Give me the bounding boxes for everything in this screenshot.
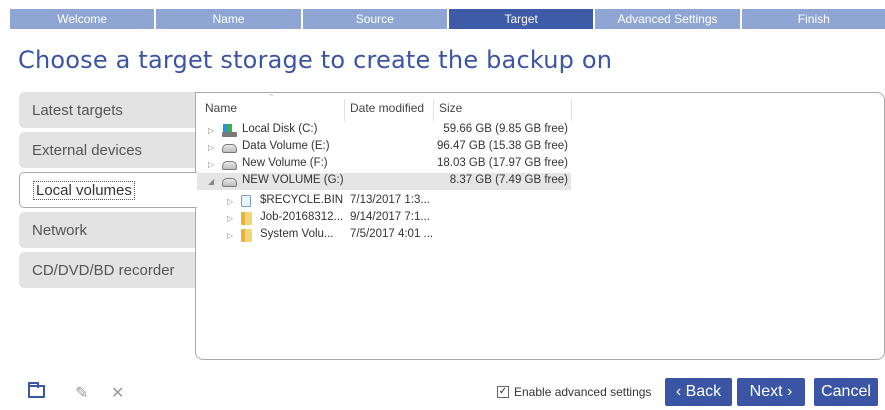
category-cd-dvd-bd-recorder[interactable]: CD/DVD/BD recorder	[19, 252, 195, 288]
column-divider[interactable]	[433, 99, 434, 121]
drive-name: NEW VOLUME (G:)	[242, 174, 344, 186]
column-date-modified[interactable]: Date modified	[350, 101, 424, 117]
next-button[interactable]: Next ›	[737, 378, 805, 406]
collapse-arrow-icon[interactable]: ◢	[208, 177, 214, 186]
storage-browser: ˆ Name Date modified Size ▷ Local Disk (…	[195, 92, 885, 360]
drive-size: 8.37 GB (7.49 GB free)	[449, 174, 568, 186]
drive-name: Local Disk (C:)	[242, 123, 318, 135]
category-network[interactable]: Network	[19, 212, 195, 248]
column-divider[interactable]	[571, 99, 572, 121]
tree-row-new-volume-f[interactable]: ▷ New Volume (F:) 18.03 GB (17.97 GB fre…	[196, 156, 571, 173]
column-header: ˆ Name Date modified Size	[196, 93, 884, 121]
expand-arrow-icon[interactable]: ▷	[208, 143, 214, 152]
tree-row-job-folder[interactable]: ▷ Job-20168312... 9/14/2017 7:1...	[196, 210, 571, 227]
step-welcome: Welcome	[10, 9, 155, 29]
folder-name: System Volu...	[260, 228, 334, 240]
expand-arrow-icon[interactable]: ▷	[208, 126, 214, 135]
drive-name: Data Volume (E:)	[242, 140, 330, 152]
tree-row-local-disk-c[interactable]: ▷ Local Disk (C:) 59.66 GB (9.85 GB free…	[196, 122, 571, 139]
category-list: Latest targets External devices Local vo…	[19, 92, 197, 292]
step-finish: Finish	[741, 9, 885, 29]
drive-size: 59.66 GB (9.85 GB free)	[443, 123, 568, 135]
folder-date: 9/14/2017 7:1...	[350, 211, 430, 223]
folder-name: $RECYCLE.BIN	[260, 194, 344, 206]
expand-arrow-icon[interactable]: ▷	[227, 231, 233, 240]
rename-pencil-icon[interactable]: ✎	[75, 383, 88, 403]
column-divider[interactable]	[344, 99, 345, 121]
step-advanced-settings: Advanced Settings	[595, 9, 740, 29]
drive-icon	[222, 178, 237, 187]
tree-row-system-volume[interactable]: ▷ System Volu... 7/5/2017 4:01 ...	[196, 227, 571, 244]
expand-arrow-icon[interactable]: ▷	[227, 214, 233, 223]
page-title: Choose a target storage to create the ba…	[18, 46, 613, 74]
category-latest-targets[interactable]: Latest targets	[19, 92, 195, 128]
category-local-volumes-label: Local volumes	[33, 180, 135, 200]
category-external-devices[interactable]: External devices	[19, 132, 195, 168]
cancel-button[interactable]: Cancel	[814, 378, 878, 406]
sort-ascending-icon: ˆ	[270, 93, 273, 103]
recycle-bin-icon	[241, 195, 251, 207]
enable-advanced-checkbox[interactable]: ✓	[497, 386, 509, 398]
new-folder-icon[interactable]	[28, 382, 45, 398]
delete-close-icon[interactable]: ✕	[111, 383, 124, 403]
column-size[interactable]: Size	[439, 101, 462, 117]
column-name[interactable]: Name	[205, 101, 237, 117]
tree-row-new-volume-g[interactable]: ◢ NEW VOLUME (G:) 8.37 GB (7.49 GB free)	[196, 173, 571, 190]
drive-name: New Volume (F:)	[242, 157, 328, 169]
tree-row-data-volume-e[interactable]: ▷ Data Volume (E:) 96.47 GB (15.38 GB fr…	[196, 139, 571, 156]
folder-icon	[241, 212, 252, 225]
wizard-steps: Welcome Name Source Target Advanced Sett…	[10, 9, 885, 29]
system-drive-icon	[222, 124, 237, 137]
step-source: Source	[302, 9, 447, 29]
back-button[interactable]: ‹ Back	[665, 378, 732, 406]
drive-icon	[222, 161, 237, 170]
folder-date: 7/13/2017 1:3...	[350, 194, 430, 206]
drive-size: 96.47 GB (15.38 GB free)	[436, 140, 568, 152]
enable-advanced-settings[interactable]: ✓ Enable advanced settings	[497, 385, 651, 399]
drive-icon	[222, 144, 237, 153]
folder-name: Job-20168312...	[260, 211, 344, 223]
folder-date: 7/5/2017 4:01 ...	[350, 228, 434, 240]
step-target: Target	[448, 9, 594, 29]
category-local-volumes[interactable]: Local volumes	[19, 172, 197, 208]
enable-advanced-label: Enable advanced settings	[514, 385, 652, 399]
tree-row-recycle-bin[interactable]: ▷ $RECYCLE.BIN 7/13/2017 1:3...	[196, 193, 571, 210]
drive-size: 18.03 GB (17.97 GB free)	[436, 157, 568, 169]
expand-arrow-icon[interactable]: ▷	[208, 160, 214, 169]
folder-icon	[241, 229, 252, 242]
step-name: Name	[156, 9, 301, 29]
expand-arrow-icon[interactable]: ▷	[227, 197, 233, 206]
